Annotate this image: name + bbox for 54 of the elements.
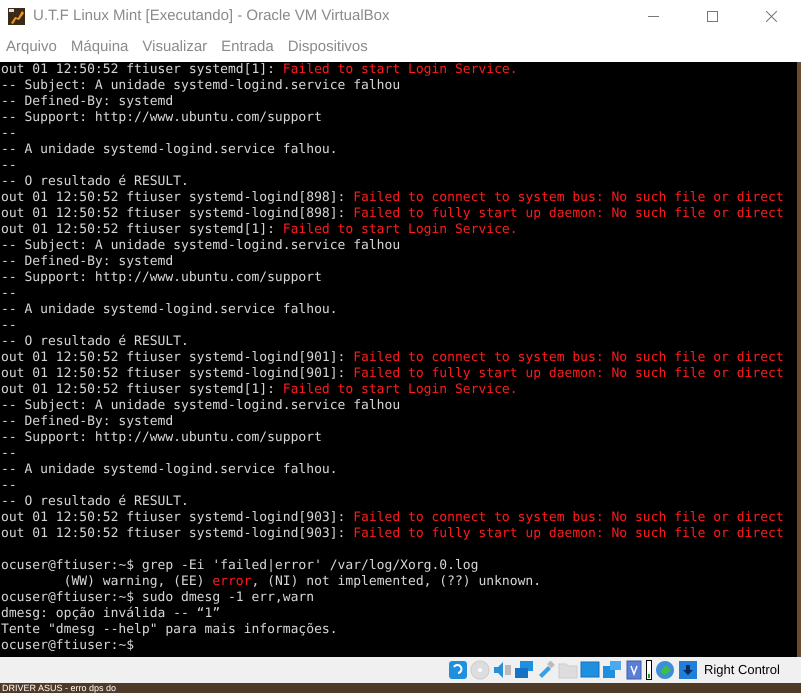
- terminal-line: -- O resultado é RESULT.: [0, 174, 190, 190]
- display-icon[interactable]: [580, 660, 600, 680]
- menu-item[interactable]: Visualizar: [142, 36, 208, 59]
- window-title: U.T.F Linux Mint [Executando] - Oracle VM VirtualBox: [33, 6, 390, 26]
- terminal-line: -- Subject: A unidade systemd-logind.service falhou: [0, 398, 402, 414]
- speaker-icon[interactable]: [492, 660, 512, 680]
- network-icon[interactable]: [514, 660, 534, 680]
- terminal-line: --: [0, 126, 18, 142]
- terminal-line: --: [0, 478, 18, 494]
- terminal-line: ocuser@ftiuser:~$ sudo dmesg -1 err,warn: [0, 590, 316, 606]
- terminal-line: -- O resultado é RESULT.: [0, 334, 190, 350]
- terminal-line: out 01 12:50:52 ftiuser systemd[1]: Failed to start Login Service.: [0, 222, 519, 238]
- terminal-line: -- Subject: A unidade systemd-logind.service falhou: [0, 238, 402, 254]
- terminal-line: --: [0, 286, 18, 302]
- menu-item[interactable]: Máquina: [70, 36, 128, 59]
- maximize-icon: [707, 11, 718, 22]
- terminal-line: -- Support: http://www.ubuntu.com/support: [0, 110, 323, 126]
- terminal-line: -- Support: http://www.ubuntu.com/support: [0, 270, 323, 286]
- terminal-line: out 01 12:50:52 ftiuser systemd-logind[903]: Failed to connect to system bus: No such file or direct: [0, 510, 785, 526]
- host-key-label: Right Control: [704, 661, 780, 680]
- terminal-line: out 01 12:50:52 ftiuser systemd-logind[898]: Failed to connect to system bus: No such file or direct: [0, 190, 785, 206]
- menu-item[interactable]: Dispositivos: [288, 36, 368, 59]
- terminal-line: out 01 12:50:52 ftiuser systemd-logind[903]: Failed to fully start up daemon: No such file or direct: [0, 526, 785, 542]
- terminal-line: out 01 12:50:52 ftiuser systemd-logind[901]: Failed to fully start up daemon: No such file or direct: [0, 366, 785, 382]
- close-icon: [766, 11, 777, 22]
- terminal-line: dmesg: opção inválida -- “1”: [0, 606, 222, 622]
- menu-item[interactable]: Arquivo: [6, 36, 57, 59]
- terminal-line: out 01 12:50:52 ftiuser systemd[1]: Failed to start Login Service.: [0, 382, 519, 398]
- activity-meter-icon[interactable]: [646, 660, 652, 680]
- terminal-line: -- Defined-By: systemd: [0, 94, 174, 110]
- terminal-line: --: [0, 446, 18, 462]
- chip-icon[interactable]: [624, 660, 644, 680]
- terminal-line: out 01 12:50:52 ftiuser systemd[1]: Failed to start Login Service.: [0, 62, 519, 78]
- terminal-line: ocuser@ftiuser:~$ grep -Ei 'failed|error' /var/log/Xorg.0.log: [0, 558, 480, 574]
- terminal-line: -- A unidade systemd-logind.service falhou.: [0, 302, 339, 318]
- menu-item[interactable]: Entrada: [221, 36, 274, 59]
- terminal-line: out 01 12:50:52 ftiuser systemd-logind[898]: Failed to fully start up daemon: No such file or direct: [0, 206, 785, 222]
- terminal-line: -- A unidade systemd-logind.service falhou.: [0, 142, 339, 158]
- optical-disc-icon[interactable]: [470, 660, 490, 680]
- terminal-line: --: [0, 318, 18, 334]
- terminal-line: -- Defined-By: systemd: [0, 414, 174, 430]
- recording-icon[interactable]: [602, 660, 622, 680]
- terminal-line: -- O resultado é RESULT.: [0, 494, 190, 510]
- terminal-line: --: [0, 158, 18, 174]
- terminal-line: -- Defined-By: systemd: [0, 254, 174, 270]
- app-logo-icon: [8, 8, 25, 25]
- terminal-line: -- Subject: A unidade systemd-logind.service falhou: [0, 78, 402, 94]
- terminal-line: out 01 12:50:52 ftiuser systemd-logind[901]: Failed to connect to system bus: No such file or direct: [0, 350, 785, 366]
- terminal-line: -- Support: http://www.ubuntu.com/support: [0, 430, 323, 446]
- desktop-file-label: DRIVER ASUS - erro dps do: [2, 683, 116, 693]
- terminal-line: (WW) warning, (EE) error, (NI) not implemented, (??) unknown.: [62, 574, 542, 590]
- terminal-line: ocuser@ftiuser:~$: [0, 638, 136, 654]
- terminal-line: -- A unidade systemd-logind.service falhou.: [0, 462, 339, 478]
- terminal-line: Tente "dmesg --help" para mais informações.: [0, 622, 339, 638]
